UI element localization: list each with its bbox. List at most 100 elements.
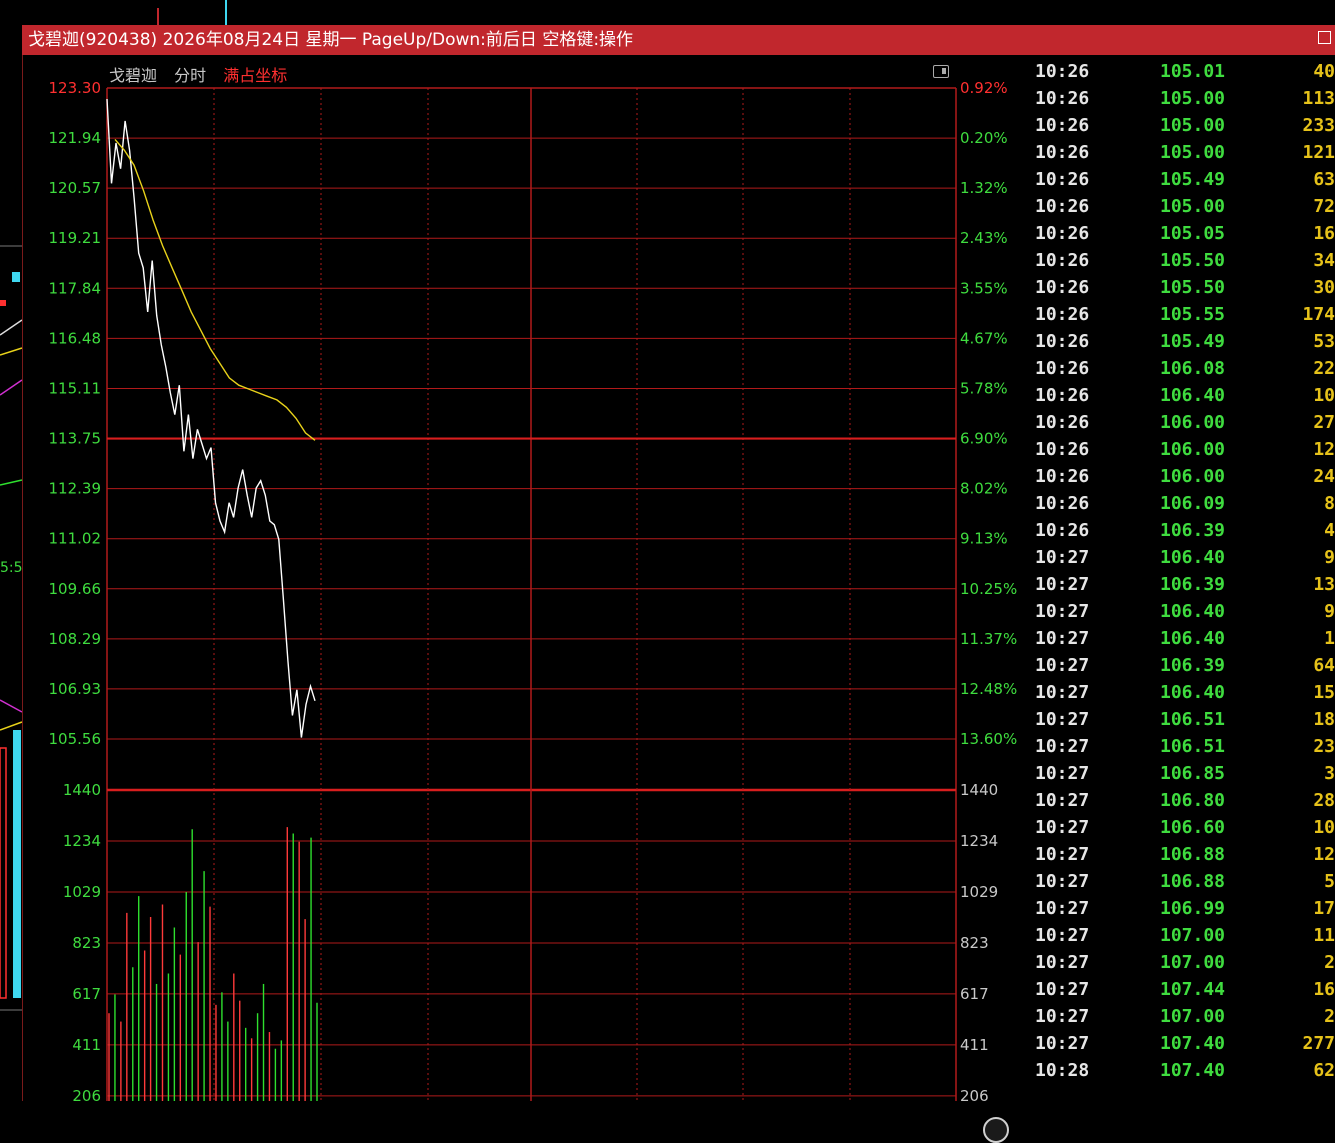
- trade-time: 10:27: [1035, 763, 1090, 784]
- price-axis-label: 111.02: [49, 530, 102, 548]
- volume-axis-label-right: 617: [960, 985, 989, 1003]
- trade-time: 10:27: [1035, 898, 1090, 919]
- price-axis-label: 115.11: [49, 379, 102, 397]
- trade-row: 10:27 106.51 18: [1033, 706, 1335, 733]
- trade-price: 106.60: [1160, 817, 1226, 838]
- trade-time: 10:26: [1035, 142, 1090, 163]
- trade-volume: 10: [1313, 385, 1335, 406]
- trade-price: 106.00: [1160, 466, 1226, 487]
- percent-axis-label: 4.67%: [960, 329, 1008, 347]
- maximize-icon[interactable]: [1318, 31, 1331, 44]
- trade-time: 10:27: [1035, 844, 1090, 865]
- trade-row: 10:27 106.39 13: [1033, 571, 1335, 598]
- trade-price: 105.00: [1160, 142, 1226, 163]
- trade-row: 10:27 106.40 1: [1033, 625, 1335, 652]
- trade-time: 10:26: [1035, 412, 1090, 433]
- trade-time: 10:27: [1035, 682, 1090, 703]
- trade-time: 10:27: [1035, 979, 1090, 1000]
- percent-axis-label: 9.13%: [960, 530, 1008, 548]
- trade-row: 10:28 107.40 62: [1033, 1057, 1335, 1084]
- trade-volume: 113: [1302, 88, 1335, 109]
- panel-toggle-icon[interactable]: [933, 65, 949, 78]
- trade-price: 105.05: [1160, 223, 1226, 244]
- trade-volume: 12: [1313, 439, 1335, 460]
- trade-time: 10:26: [1035, 358, 1090, 379]
- trade-price: 106.99: [1160, 898, 1226, 919]
- trade-price: 107.00: [1160, 925, 1226, 946]
- trade-volume: 10: [1313, 817, 1335, 838]
- trade-volume: 40: [1313, 61, 1335, 82]
- trade-row: 10:26 106.40 10: [1033, 382, 1335, 409]
- trade-time: 10:27: [1035, 736, 1090, 757]
- volume-axis-label: 823: [72, 934, 101, 952]
- trade-price: 105.49: [1160, 331, 1226, 352]
- trade-time: 10:26: [1035, 277, 1090, 298]
- trade-time: 10:27: [1035, 817, 1090, 838]
- percent-axis-label: 12.48%: [960, 680, 1017, 698]
- trade-row: 10:27 107.00 2: [1033, 1003, 1335, 1030]
- coord-mode-label[interactable]: 满占坐标: [223, 66, 287, 85]
- trade-time: 10:27: [1035, 601, 1090, 622]
- trade-volume: 16: [1313, 223, 1335, 244]
- trade-price: 105.01: [1160, 61, 1226, 82]
- trade-price: 106.85: [1160, 763, 1226, 784]
- trade-price: 106.08: [1160, 358, 1226, 379]
- trade-row: 10:27 106.60 10: [1033, 814, 1335, 841]
- trade-volume: 3: [1324, 763, 1335, 784]
- volume-axis-label-right: 823: [960, 934, 989, 952]
- overlay-circle-icon[interactable]: [983, 1117, 1009, 1143]
- volume-axis-label: 411: [72, 1036, 101, 1054]
- volume-axis-label: 1234: [63, 832, 101, 850]
- volume-axis-label: 1440: [63, 781, 101, 799]
- price-series-line: [106, 98, 316, 738]
- trade-row: 10:27 106.80 28: [1033, 787, 1335, 814]
- trade-price: 105.55: [1160, 304, 1226, 325]
- trade-price: 106.39: [1160, 574, 1226, 595]
- trade-time: 10:27: [1035, 952, 1090, 973]
- trade-row: 10:26 105.50 30: [1033, 274, 1335, 301]
- trade-volume: 1: [1324, 628, 1335, 649]
- trade-time: 10:27: [1035, 871, 1090, 892]
- trade-time: 10:27: [1035, 655, 1090, 676]
- trade-row: 10:26 105.00 113: [1033, 85, 1335, 112]
- volume-axis-label: 617: [72, 985, 101, 1003]
- trade-time: 10:26: [1035, 196, 1090, 217]
- volume-axis-label-right: 1234: [960, 832, 998, 850]
- trade-price: 106.39: [1160, 520, 1226, 541]
- trade-time: 10:27: [1035, 628, 1090, 649]
- trade-row: 10:27 107.40 277: [1033, 1030, 1335, 1057]
- trade-price: 106.40: [1160, 385, 1226, 406]
- volume-axis-label-right: 206: [960, 1087, 989, 1101]
- trade-time: 10:26: [1035, 466, 1090, 487]
- trade-volume: 8: [1324, 493, 1335, 514]
- price-axis-label: 121.94: [49, 129, 102, 147]
- trade-price: 106.51: [1160, 736, 1226, 757]
- trade-volume: 24: [1313, 466, 1335, 487]
- price-axis-label: 119.21: [49, 229, 102, 247]
- trade-volume: 23: [1313, 736, 1335, 757]
- price-axis-label: 116.48: [49, 329, 102, 347]
- trade-row: 10:26 105.49 53: [1033, 328, 1335, 355]
- trade-volume: 22: [1313, 358, 1335, 379]
- trade-price: 106.40: [1160, 628, 1226, 649]
- trade-price: 107.00: [1160, 1006, 1226, 1027]
- trade-volume: 64: [1313, 655, 1335, 676]
- window-title-bar[interactable]: 戈碧迦(920438) 2026年08月24日 星期一 PageUp/Down:…: [22, 25, 1335, 55]
- mode-label[interactable]: 分时: [174, 66, 206, 85]
- trade-price: 106.40: [1160, 547, 1226, 568]
- trade-price: 105.00: [1160, 88, 1226, 109]
- price-axis-label: 120.57: [49, 179, 102, 197]
- trade-price: 107.44: [1160, 979, 1226, 1000]
- trade-time: 10:27: [1035, 925, 1090, 946]
- trade-time: 10:26: [1035, 250, 1090, 271]
- trade-price: 106.40: [1160, 601, 1226, 622]
- trade-row: 10:27 106.51 23: [1033, 733, 1335, 760]
- trade-volume: 17: [1313, 898, 1335, 919]
- trade-volume: 16: [1313, 979, 1335, 1000]
- trade-volume: 15: [1313, 682, 1335, 703]
- trade-row: 10:26 106.09 8: [1033, 490, 1335, 517]
- percent-axis-label: 13.60%: [960, 730, 1017, 748]
- trade-time: 10:27: [1035, 574, 1090, 595]
- trade-price: 105.00: [1160, 196, 1226, 217]
- stock-name: 戈碧迦: [109, 66, 158, 85]
